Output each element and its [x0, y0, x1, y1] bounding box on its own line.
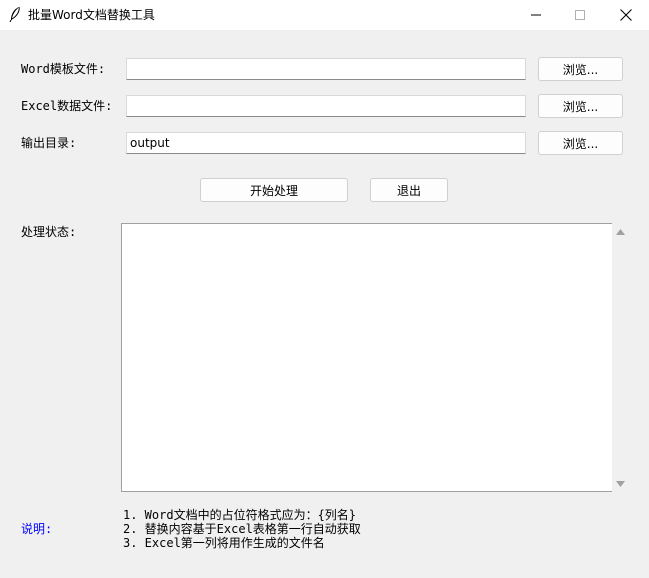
word-template-input[interactable]: [126, 58, 526, 80]
status-scrollbar[interactable]: [612, 223, 629, 492]
note-line: 3. Excel第一列将用作生成的文件名: [123, 536, 325, 550]
scroll-down-button[interactable]: [612, 475, 629, 492]
scroll-up-button[interactable]: [612, 223, 629, 240]
maximize-icon: [575, 10, 585, 20]
minimize-button[interactable]: [513, 0, 559, 30]
close-button[interactable]: [603, 0, 649, 30]
app-window: 批量Word文档替换工具 Word模板文件: 浏览... Excel数据文件: …: [0, 0, 649, 578]
note-line: 2. 替换内容基于Excel表格第一行自动获取: [123, 522, 361, 536]
feather-icon: [8, 6, 22, 23]
status-label: 处理状态:: [21, 225, 77, 239]
arrow-down-icon: [616, 480, 625, 487]
status-textarea[interactable]: [121, 223, 612, 492]
browse-output-button[interactable]: 浏览...: [538, 131, 623, 155]
word-template-label: Word模板文件:: [21, 62, 106, 76]
start-button[interactable]: 开始处理: [200, 178, 348, 202]
excel-data-input[interactable]: [126, 95, 526, 117]
close-icon: [620, 9, 632, 21]
arrow-up-icon: [616, 228, 625, 235]
maximize-button[interactable]: [557, 0, 603, 30]
browse-excel-button[interactable]: 浏览...: [538, 94, 623, 118]
exit-button[interactable]: 退出: [370, 178, 448, 202]
window-title: 批量Word文档替换工具: [28, 8, 155, 22]
excel-data-label: Excel数据文件:: [21, 99, 113, 113]
output-dir-label: 输出目录:: [21, 136, 77, 150]
notes-label: 说明:: [21, 522, 53, 536]
browse-word-button[interactable]: 浏览...: [538, 57, 623, 81]
minimize-icon: [531, 14, 541, 16]
note-line: 1. Word文档中的占位符格式应为：{列名}: [123, 508, 357, 522]
title-bar[interactable]: 批量Word文档替换工具: [0, 0, 649, 30]
output-dir-input[interactable]: [126, 132, 526, 154]
notes-list: 1. Word文档中的占位符格式应为：{列名} 2. 替换内容基于Excel表格…: [123, 508, 361, 550]
